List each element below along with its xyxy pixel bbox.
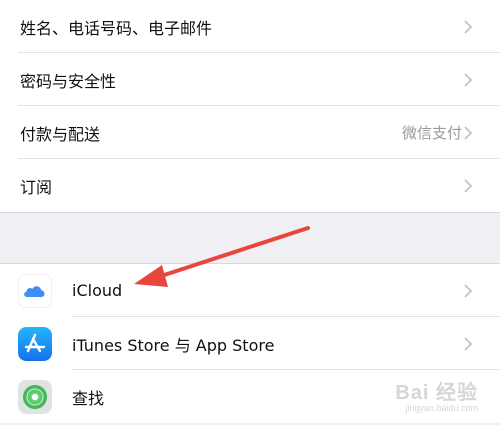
settings-group-account: 姓名、电话号码、电子邮件 密码与安全性 付款与配送 微信支付 订阅 — [0, 0, 500, 213]
row-label: iTunes Store 与 App Store — [72, 335, 275, 355]
settings-row-subscriptions[interactable]: 订阅 — [0, 159, 500, 212]
settings-row-icloud[interactable]: iCloud — [0, 264, 500, 317]
chevron-right-icon — [464, 178, 473, 193]
settings-row-itunes-app-store[interactable]: iTunes Store 与 App Store — [0, 317, 500, 370]
watermark-sub: jingyan.baidu.com — [405, 403, 478, 413]
chevron-right-icon — [464, 283, 473, 298]
settings-row-password-security[interactable]: 密码与安全性 — [0, 53, 500, 106]
row-label: 密码与安全性 — [20, 71, 117, 91]
chevron-right-icon — [464, 19, 473, 34]
row-label: 订阅 — [20, 177, 53, 197]
settings-row-name-phone-email[interactable]: 姓名、电话号码、电子邮件 — [0, 0, 500, 53]
app-store-icon — [18, 326, 52, 361]
row-label: iCloud — [72, 281, 123, 300]
watermark: Bai 经验 jingyan.baidu.com — [395, 376, 478, 413]
row-label: 姓名、电话号码、电子邮件 — [20, 18, 213, 38]
row-label: 查找 — [72, 388, 105, 408]
chevron-right-icon — [464, 125, 473, 140]
watermark-main: Bai 经验 — [395, 382, 478, 404]
payment-method-value: 微信支付 — [401, 124, 462, 142]
chevron-right-icon — [464, 336, 473, 351]
settings-row-payment-shipping[interactable]: 付款与配送 微信支付 — [0, 106, 500, 159]
chevron-right-icon — [464, 72, 473, 87]
row-label: 付款与配送 — [20, 124, 101, 144]
icloud-icon — [18, 273, 52, 308]
find-my-icon — [18, 379, 52, 414]
